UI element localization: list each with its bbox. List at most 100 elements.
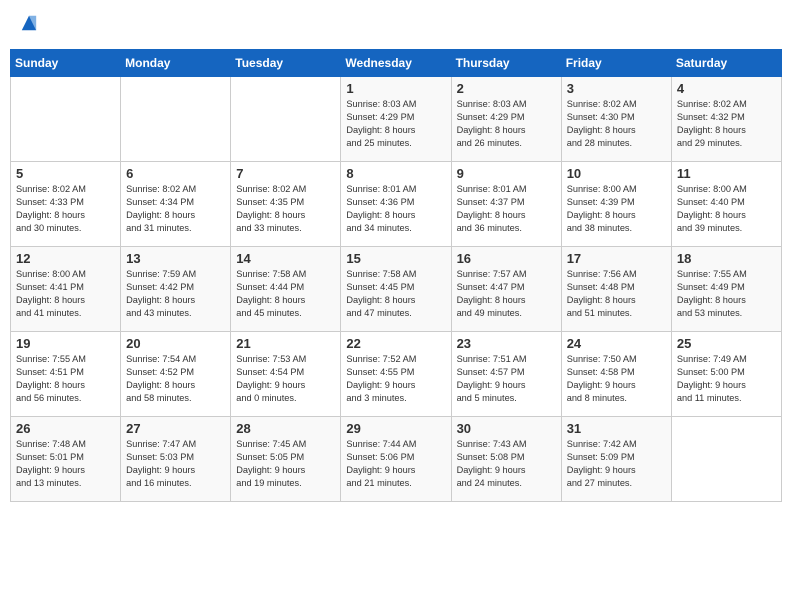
day-number: 13	[126, 251, 225, 266]
day-info: Sunrise: 7:49 AM Sunset: 5:00 PM Dayligh…	[677, 353, 776, 405]
day-info: Sunrise: 7:55 AM Sunset: 4:49 PM Dayligh…	[677, 268, 776, 320]
day-number: 23	[457, 336, 556, 351]
day-info: Sunrise: 7:51 AM Sunset: 4:57 PM Dayligh…	[457, 353, 556, 405]
day-info: Sunrise: 7:44 AM Sunset: 5:06 PM Dayligh…	[346, 438, 445, 490]
day-number: 10	[567, 166, 666, 181]
day-info: Sunrise: 7:56 AM Sunset: 4:48 PM Dayligh…	[567, 268, 666, 320]
calendar-cell: 17 Sunrise: 7:56 AM Sunset: 4:48 PM Dayli…	[561, 247, 671, 332]
calendar-week-row: 1 Sunrise: 8:03 AM Sunset: 4:29 PM Daylig…	[11, 77, 782, 162]
day-info: Sunrise: 7:45 AM Sunset: 5:05 PM Dayligh…	[236, 438, 335, 490]
day-number: 1	[346, 81, 445, 96]
day-number: 2	[457, 81, 556, 96]
calendar-week-row: 19Sunrise: 7:55 AM Sunset: 4:51 PM Dayli…	[11, 332, 782, 417]
calendar-cell: 29 Sunrise: 7:44 AM Sunset: 5:06 PM Dayli…	[341, 417, 451, 502]
calendar-cell: 21 Sunrise: 7:53 AM Sunset: 4:54 PM Dayli…	[231, 332, 341, 417]
calendar-cell: 24Sunrise: 7:50 AM Sunset: 4:58 PM Dayli…	[561, 332, 671, 417]
calendar-cell: 22 Sunrise: 7:52 AM Sunset: 4:55 PM Dayli…	[341, 332, 451, 417]
day-number: 11	[677, 166, 776, 181]
day-info: Sunrise: 8:02 AM Sunset: 4:35 PM Dayligh…	[236, 183, 335, 235]
day-info: Sunrise: 7:55 AM Sunset: 4:51 PM Dayligh…	[16, 353, 115, 405]
day-number: 9	[457, 166, 556, 181]
calendar-cell: 12 Sunrise: 8:00 AM Sunset: 4:41 PM Dayli…	[11, 247, 121, 332]
day-info: Sunrise: 8:03 AM Sunset: 4:29 PM Dayligh…	[346, 98, 445, 150]
calendar-cell	[121, 77, 231, 162]
day-info: Sunrise: 7:43 AM Sunset: 5:08 PM Dayligh…	[457, 438, 556, 490]
calendar-cell: 5Sunrise: 8:02 AM Sunset: 4:33 PM Daylig…	[11, 162, 121, 247]
day-info: Sunrise: 8:01 AM Sunset: 4:37 PM Dayligh…	[457, 183, 556, 235]
day-number: 26	[16, 421, 115, 436]
day-number: 27	[126, 421, 225, 436]
calendar-cell: 1 Sunrise: 8:03 AM Sunset: 4:29 PM Daylig…	[341, 77, 451, 162]
page-header	[10, 10, 782, 41]
day-info: Sunrise: 8:00 AM Sunset: 4:39 PM Dayligh…	[567, 183, 666, 235]
day-number: 14	[236, 251, 335, 266]
weekday-header: Friday	[561, 50, 671, 77]
weekday-header: Tuesday	[231, 50, 341, 77]
day-number: 21	[236, 336, 335, 351]
calendar-cell: 26 Sunrise: 7:48 AM Sunset: 5:01 PM Dayli…	[11, 417, 121, 502]
calendar-cell: 23 Sunrise: 7:51 AM Sunset: 4:57 PM Dayli…	[451, 332, 561, 417]
calendar-cell: 14 Sunrise: 7:58 AM Sunset: 4:44 PM Dayli…	[231, 247, 341, 332]
day-info: Sunrise: 7:42 AM Sunset: 5:09 PM Dayligh…	[567, 438, 666, 490]
calendar-cell: 2 Sunrise: 8:03 AM Sunset: 4:29 PM Daylig…	[451, 77, 561, 162]
day-info: Sunrise: 8:02 AM Sunset: 4:34 PM Dayligh…	[126, 183, 225, 235]
day-number: 6	[126, 166, 225, 181]
calendar-cell: 27 Sunrise: 7:47 AM Sunset: 5:03 PM Dayli…	[121, 417, 231, 502]
calendar-cell: 9 Sunrise: 8:01 AM Sunset: 4:37 PM Daylig…	[451, 162, 561, 247]
calendar-cell: 10 Sunrise: 8:00 AM Sunset: 4:39 PM Dayli…	[561, 162, 671, 247]
day-info: Sunrise: 7:58 AM Sunset: 4:44 PM Dayligh…	[236, 268, 335, 320]
day-info: Sunrise: 7:48 AM Sunset: 5:01 PM Dayligh…	[16, 438, 115, 490]
calendar-cell: 15 Sunrise: 7:58 AM Sunset: 4:45 PM Dayli…	[341, 247, 451, 332]
calendar-cell: 8 Sunrise: 8:01 AM Sunset: 4:36 PM Daylig…	[341, 162, 451, 247]
day-number: 29	[346, 421, 445, 436]
calendar-cell: 18 Sunrise: 7:55 AM Sunset: 4:49 PM Dayli…	[671, 247, 781, 332]
day-number: 12	[16, 251, 115, 266]
day-info: Sunrise: 8:00 AM Sunset: 4:40 PM Dayligh…	[677, 183, 776, 235]
calendar-week-row: 26 Sunrise: 7:48 AM Sunset: 5:01 PM Dayli…	[11, 417, 782, 502]
day-info: Sunrise: 7:59 AM Sunset: 4:42 PM Dayligh…	[126, 268, 225, 320]
day-number: 30	[457, 421, 556, 436]
day-info: Sunrise: 7:54 AM Sunset: 4:52 PM Dayligh…	[126, 353, 225, 405]
calendar-cell: 30 Sunrise: 7:43 AM Sunset: 5:08 PM Dayli…	[451, 417, 561, 502]
day-number: 15	[346, 251, 445, 266]
day-info: Sunrise: 8:02 AM Sunset: 4:33 PM Dayligh…	[16, 183, 115, 235]
calendar-week-row: 5Sunrise: 8:02 AM Sunset: 4:33 PM Daylig…	[11, 162, 782, 247]
calendar-cell	[671, 417, 781, 502]
day-info: Sunrise: 7:52 AM Sunset: 4:55 PM Dayligh…	[346, 353, 445, 405]
day-number: 4	[677, 81, 776, 96]
day-number: 7	[236, 166, 335, 181]
day-info: Sunrise: 8:01 AM Sunset: 4:36 PM Dayligh…	[346, 183, 445, 235]
calendar-cell	[231, 77, 341, 162]
calendar-cell: 3 Sunrise: 8:02 AM Sunset: 4:30 PM Daylig…	[561, 77, 671, 162]
day-number: 8	[346, 166, 445, 181]
calendar-cell: 6 Sunrise: 8:02 AM Sunset: 4:34 PM Daylig…	[121, 162, 231, 247]
weekday-header: Wednesday	[341, 50, 451, 77]
day-number: 20	[126, 336, 225, 351]
day-info: Sunrise: 8:03 AM Sunset: 4:29 PM Dayligh…	[457, 98, 556, 150]
calendar-cell: 4 Sunrise: 8:02 AM Sunset: 4:32 PM Daylig…	[671, 77, 781, 162]
day-number: 18	[677, 251, 776, 266]
weekday-header-row: SundayMondayTuesdayWednesdayThursdayFrid…	[11, 50, 782, 77]
day-number: 3	[567, 81, 666, 96]
weekday-header: Thursday	[451, 50, 561, 77]
weekday-header: Sunday	[11, 50, 121, 77]
logo-icon	[20, 14, 38, 32]
day-info: Sunrise: 7:58 AM Sunset: 4:45 PM Dayligh…	[346, 268, 445, 320]
calendar-cell: 16 Sunrise: 7:57 AM Sunset: 4:47 PM Dayli…	[451, 247, 561, 332]
day-number: 22	[346, 336, 445, 351]
calendar-cell: 28 Sunrise: 7:45 AM Sunset: 5:05 PM Dayli…	[231, 417, 341, 502]
day-info: Sunrise: 8:00 AM Sunset: 4:41 PM Dayligh…	[16, 268, 115, 320]
day-number: 16	[457, 251, 556, 266]
day-info: Sunrise: 8:02 AM Sunset: 4:30 PM Dayligh…	[567, 98, 666, 150]
day-info: Sunrise: 7:53 AM Sunset: 4:54 PM Dayligh…	[236, 353, 335, 405]
day-number: 28	[236, 421, 335, 436]
logo	[18, 14, 38, 37]
calendar-cell: 31 Sunrise: 7:42 AM Sunset: 5:09 PM Dayli…	[561, 417, 671, 502]
day-info: Sunrise: 7:47 AM Sunset: 5:03 PM Dayligh…	[126, 438, 225, 490]
calendar-cell: 19Sunrise: 7:55 AM Sunset: 4:51 PM Dayli…	[11, 332, 121, 417]
day-number: 17	[567, 251, 666, 266]
day-info: Sunrise: 7:57 AM Sunset: 4:47 PM Dayligh…	[457, 268, 556, 320]
calendar-cell: 25Sunrise: 7:49 AM Sunset: 5:00 PM Dayli…	[671, 332, 781, 417]
day-info: Sunrise: 8:02 AM Sunset: 4:32 PM Dayligh…	[677, 98, 776, 150]
day-number: 31	[567, 421, 666, 436]
